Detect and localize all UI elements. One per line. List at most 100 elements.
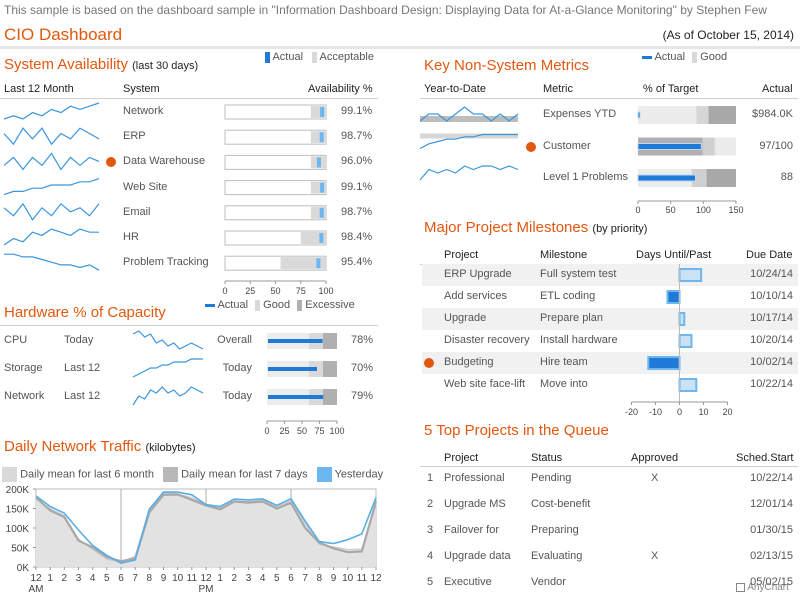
hardware-scope: Today — [222, 362, 252, 374]
col-pct-target: % of Target — [643, 83, 699, 95]
days-bar — [678, 334, 693, 348]
availability-value: 99.1% — [341, 105, 373, 117]
milestone-due: 10/02/14 — [750, 356, 793, 368]
hardware-value: 78% — [351, 334, 374, 346]
sparkline — [3, 102, 100, 120]
metrics-good-swatch — [692, 51, 698, 63]
queue-project: Upgrade data — [444, 550, 511, 562]
x-tick-label: 3 — [76, 573, 82, 584]
axis-tick-label: 0 — [635, 205, 640, 215]
queue-rank: 5 — [427, 576, 434, 588]
milestone-due: 10/24/14 — [750, 268, 793, 280]
sparkline — [3, 127, 100, 146]
hardware-name: CPU — [4, 334, 28, 346]
page-title: CIO Dashboard — [4, 25, 123, 44]
metric-name: Expenses YTD — [543, 108, 617, 120]
header-divider — [0, 46, 800, 49]
actual-bar — [268, 367, 317, 371]
axis-tick-label: -20 — [625, 407, 638, 417]
traffic-legend: Daily mean for last 6 month Daily mean f… — [2, 467, 383, 482]
col-ms-due: Due Date — [746, 249, 793, 261]
milestone-name: ETL coding — [540, 290, 596, 302]
x-tick-label: 12 — [30, 573, 42, 584]
queue-status: Pending — [531, 472, 572, 484]
system-name: Data Warehouse — [123, 155, 206, 168]
axis-tick-label: 20 — [722, 407, 732, 417]
x-tick-label: 12 — [370, 573, 382, 584]
axis-tick-label: 50 — [270, 286, 280, 296]
six-month-swatch — [2, 467, 17, 482]
x-tick-label: 7 — [302, 573, 308, 584]
x-tick-label: 6 — [288, 573, 294, 584]
x-tick-label: 12 — [200, 573, 212, 584]
queue-start: 01/30/15 — [750, 524, 793, 536]
milestone-project: ERP Upgrade — [444, 268, 512, 280]
x-tick-label: 8 — [147, 573, 153, 584]
acceptable-range — [310, 206, 326, 219]
system-name: ERP — [123, 130, 146, 143]
queue-header-rule — [420, 466, 798, 467]
availability-value: 99.1% — [341, 180, 373, 193]
availability-value: 98.7% — [341, 205, 373, 218]
axis-tick-label: 150 — [728, 205, 743, 215]
axis-tick-label: 0 — [264, 426, 269, 436]
actual-marker — [320, 107, 325, 117]
queue-project: Failover for — [444, 524, 500, 536]
milestone-project: Upgrade — [444, 312, 487, 324]
axis-tick-label: 0 — [677, 407, 682, 417]
days-bar — [666, 290, 681, 304]
as-of-date: (As of October 15, 2014) — [662, 28, 794, 42]
x-sublabel: AM — [29, 584, 44, 595]
milestone-name: Full system test — [540, 268, 617, 280]
col-system: System — [123, 83, 160, 95]
x-tick-label: 10 — [342, 573, 354, 584]
metric-name: Customer — [543, 139, 591, 152]
x-tick-label: 4 — [260, 573, 266, 584]
alert-dot — [526, 141, 536, 152]
hw-actual-swatch — [205, 303, 215, 307]
hardware-period: Last 12 — [64, 362, 101, 374]
axis-tick-label: -10 — [649, 407, 662, 417]
queue-title: 5 Top Projects in the Queue — [424, 422, 609, 439]
actual-legend-swatch — [265, 51, 270, 63]
good-range — [638, 106, 697, 124]
actual-bar — [637, 174, 696, 182]
milestone-due: 10/20/14 — [750, 334, 793, 346]
metric-actual: $984.0K — [752, 108, 793, 120]
system-availability-title: System Availability (last 30 days) — [4, 56, 199, 73]
axis-tick-label: 10 — [698, 407, 708, 417]
col-q-start: Sched.Start — [736, 452, 794, 464]
availability-value: 95.4% — [341, 256, 373, 269]
actual-bar — [637, 111, 641, 119]
metrics-actual-swatch — [642, 55, 652, 59]
axis-tick-label: 100 — [318, 286, 333, 296]
hardware-name: Network — [4, 390, 45, 402]
actual-marker — [316, 157, 321, 168]
sparkline — [132, 358, 203, 378]
axis-tick-label: 0 — [222, 286, 227, 296]
col-ms-days: Days Until/Past — [636, 249, 712, 261]
y-tick-label: 0K — [17, 563, 30, 574]
queue-project: Upgrade MS — [444, 498, 506, 510]
queue-approved: X — [651, 550, 659, 562]
poor-range — [708, 106, 736, 124]
actual-marker — [319, 132, 324, 143]
col-availability: Availability % — [308, 83, 373, 95]
col-q-status: Status — [531, 452, 563, 464]
days-bar — [678, 312, 686, 326]
days-bar — [647, 356, 681, 370]
availability-value: 98.4% — [341, 231, 373, 243]
x-tick-label: 2 — [232, 573, 238, 584]
availability-value: 98.7% — [341, 130, 373, 143]
y-tick-label: 150K — [6, 505, 30, 516]
milestone-name: Hire team — [540, 356, 588, 368]
queue-start: 12/01/14 — [750, 498, 793, 510]
hardware-scope: Overall — [217, 334, 252, 346]
actual-bar — [637, 143, 702, 150]
system-name: Web Site — [123, 180, 168, 193]
col-last12month: Last 12 Month — [4, 83, 74, 95]
metric-actual: 97/100 — [759, 139, 793, 152]
milestone-name: Prepare plan — [540, 312, 603, 324]
alert-dot — [424, 358, 434, 368]
queue-rank: 3 — [427, 524, 434, 536]
